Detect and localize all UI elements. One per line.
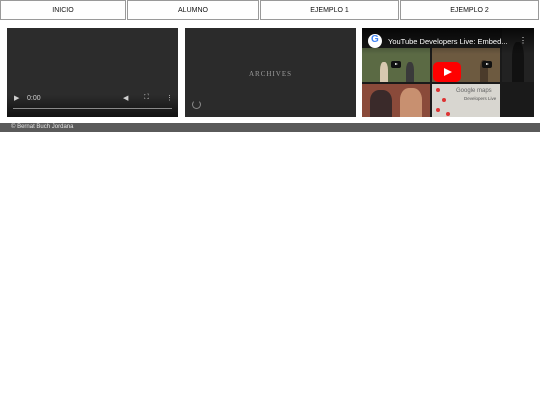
developers-live-label: Developers Live (464, 96, 497, 101)
nav-alumno-button[interactable]: ALUMNO (127, 0, 259, 20)
top-nav: INICIO ALUMNO EJEMPLO 1 EJEMPLO 2 (0, 0, 540, 22)
google-logo-icon: G (368, 34, 382, 48)
copyright-text: © Bernat Buch Jordana (11, 124, 74, 130)
youtube-embed[interactable]: G YouTube Developers Live: Embed... ⋮ Go… (362, 28, 534, 117)
more-vertical-icon[interactable]: ⋮ (166, 94, 173, 102)
more-vertical-icon[interactable]: ⋮ (519, 36, 527, 45)
nav-ejemplo2-button[interactable]: EJEMPLO 2 (400, 0, 539, 20)
youtube-video-title[interactable]: YouTube Developers Live: Embed... (388, 37, 508, 46)
youtube-play-button[interactable] (433, 62, 461, 82)
time-display: 0:00 (27, 95, 41, 102)
html5-video-player[interactable]: ▶ 0:00 ◀ ⛶ ⋮ (7, 28, 178, 117)
play-icon[interactable]: ▶ (14, 94, 19, 102)
google-maps-thumbnail: Google maps Developers Live (432, 84, 500, 117)
footer-bar: © Bernat Buch Jordana (0, 123, 540, 132)
thumbnail-play-icon (391, 61, 401, 68)
loading-spinner-icon (192, 100, 201, 109)
fullscreen-icon[interactable]: ⛶ (144, 94, 149, 102)
nav-ejemplo1-button[interactable]: EJEMPLO 1 (260, 0, 399, 20)
volume-icon[interactable]: ◀ (123, 94, 128, 102)
video-progress-bar[interactable] (13, 108, 172, 109)
nav-inicio-button[interactable]: INICIO (0, 0, 126, 20)
google-maps-label: Google maps (456, 88, 492, 94)
video-thumbnail (362, 84, 430, 117)
thumbnail-play-icon (482, 61, 492, 68)
embedded-archives-player[interactable]: ARCHIVES (185, 28, 356, 117)
archives-title: ARCHIVES (248, 70, 292, 78)
